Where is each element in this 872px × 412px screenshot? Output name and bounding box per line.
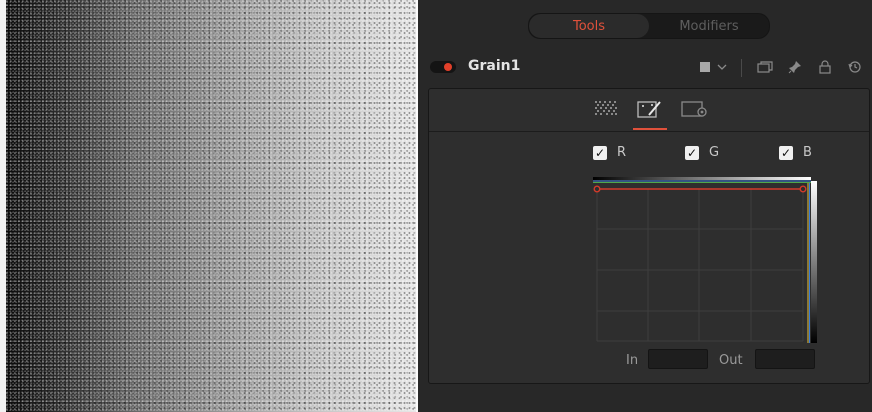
channel-g-checkbox[interactable]: ✓ G	[685, 145, 719, 160]
node-name: Grain1	[468, 58, 521, 74]
magic-wand-icon[interactable]	[633, 97, 667, 130]
curve-point-start[interactable]	[593, 185, 601, 193]
in-field[interactable]	[648, 349, 708, 369]
out-field[interactable]	[755, 349, 815, 369]
inspector-panel: Tools Modifiers Grain1 ✓ R ✓ G ✓ B In Ou…	[418, 0, 872, 412]
control-subtabs	[429, 89, 869, 132]
inspector-tabs: Tools Modifiers	[528, 13, 770, 39]
reset-icon[interactable]	[846, 58, 864, 76]
pin-icon[interactable]	[786, 58, 804, 76]
node-header: Grain1	[418, 52, 872, 82]
grain-noise-icon[interactable]	[593, 97, 619, 121]
chevron-down-icon[interactable]	[713, 58, 731, 76]
curve-grid	[596, 188, 804, 342]
grain-texture	[6, 0, 416, 412]
checkbox-b[interactable]: ✓	[779, 145, 793, 160]
checkbox-r[interactable]: ✓	[593, 145, 607, 160]
output-gradient-bar	[811, 181, 817, 343]
header-divider	[741, 59, 742, 77]
channel-checkboxes: ✓ R ✓ G ✓ B	[429, 145, 869, 165]
controls-panel: ✓ R ✓ G ✓ B In Out	[428, 88, 870, 384]
in-label: In	[626, 353, 639, 368]
node-enable-toggle[interactable]	[430, 61, 456, 73]
input-gradient-bar	[593, 177, 811, 180]
channel-r-label: R	[617, 145, 627, 160]
grain-preview	[6, 0, 416, 412]
channel-b-label: B	[803, 145, 812, 160]
power-dot	[444, 63, 452, 71]
tab-tools[interactable]: Tools	[529, 14, 649, 38]
curve-point-end[interactable]	[799, 185, 807, 193]
lock-icon[interactable]	[816, 58, 834, 76]
settings-panel-icon[interactable]	[681, 97, 707, 121]
in-out-row: In Out	[429, 349, 869, 373]
color-swatch-icon[interactable]	[696, 58, 714, 76]
curve-editor[interactable]	[593, 177, 821, 347]
checkbox-g[interactable]: ✓	[685, 145, 699, 160]
copy-window-icon[interactable]	[756, 58, 774, 76]
tab-modifiers[interactable]: Modifiers	[649, 14, 769, 38]
channel-r-checkbox[interactable]: ✓ R	[593, 145, 626, 160]
channel-g-label: G	[709, 145, 720, 160]
image-viewer[interactable]	[0, 0, 418, 412]
channel-b-checkbox[interactable]: ✓ B	[779, 145, 812, 160]
out-label: Out	[719, 353, 743, 368]
